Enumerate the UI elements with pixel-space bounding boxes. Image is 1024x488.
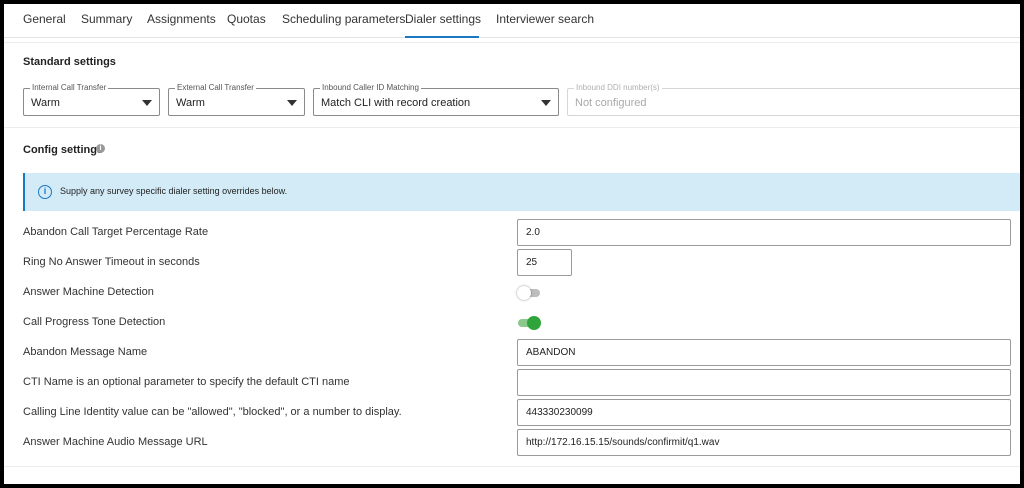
tab-dialer-settings[interactable]: Dialer settings: [405, 4, 481, 38]
abandon-rate-input[interactable]: 2.0: [517, 219, 1011, 246]
info-banner: i Supply any survey specific dialer sett…: [23, 173, 1020, 211]
info-icon[interactable]: i: [96, 144, 105, 153]
internal-call-transfer-value: Warm: [31, 97, 60, 109]
abandon-message-name-label: Abandon Message Name: [23, 346, 148, 358]
answer-machine-detection-toggle[interactable]: [517, 285, 541, 301]
config-settings-title: Config settings: [23, 144, 104, 156]
ring-timeout-label: Ring No Answer Timeout in seconds: [23, 256, 200, 268]
call-progress-tone-toggle[interactable]: [517, 315, 541, 331]
tab-quotas[interactable]: Quotas: [227, 4, 266, 38]
inbound-ddi-numbers-value: Not configured: [575, 97, 647, 109]
inbound-ddi-numbers-field: Inbound DDI number(s) Not configured: [567, 83, 1020, 116]
tab-general[interactable]: General: [23, 4, 66, 38]
tab-assignments[interactable]: Assignments: [147, 4, 216, 38]
abandon-rate-label: Abandon Call Target Percentage Rate: [23, 226, 209, 238]
call-progress-tone-label: Call Progress Tone Detection: [23, 316, 166, 328]
inbound-caller-id-matching-select[interactable]: Inbound Caller ID Matching Match CLI wit…: [313, 83, 559, 116]
chevron-down-icon: [287, 100, 297, 106]
tab-bar: General Summary Assignments Quotas Sched…: [4, 4, 1020, 38]
external-call-transfer-value: Warm: [176, 97, 205, 109]
tab-interviewer-search[interactable]: Interviewer search: [496, 4, 594, 38]
standard-settings-title: Standard settings: [23, 56, 116, 68]
abandon-message-name-input[interactable]: ABANDON: [517, 339, 1011, 366]
app-frame: General Summary Assignments Quotas Sched…: [4, 4, 1020, 484]
external-call-transfer-label: External Call Transfer: [175, 83, 256, 93]
chevron-down-icon: [142, 100, 152, 106]
answer-machine-detection-label: Answer Machine Detection: [23, 286, 154, 298]
internal-call-transfer-select[interactable]: Internal Call Transfer Warm: [23, 83, 160, 116]
cti-name-label: CTI Name is an optional parameter to spe…: [23, 376, 350, 388]
info-banner-text: Supply any survey specific dialer settin…: [60, 186, 288, 196]
tab-summary[interactable]: Summary: [81, 4, 132, 38]
inbound-ddi-numbers-label: Inbound DDI number(s): [574, 83, 662, 93]
answer-machine-audio-url-label: Answer Machine Audio Message URL: [23, 436, 208, 448]
calling-line-identity-input[interactable]: 443330230099: [517, 399, 1011, 426]
internal-call-transfer-label: Internal Call Transfer: [30, 83, 109, 93]
divider: [4, 42, 1020, 43]
toggle-knob: [527, 316, 541, 330]
chevron-down-icon: [541, 100, 551, 106]
cti-name-input[interactable]: [517, 369, 1011, 396]
answer-machine-audio-url-input[interactable]: http://172.16.15.15/sounds/confirmit/q1.…: [517, 429, 1011, 456]
calling-line-identity-label: Calling Line Identity value can be "allo…: [23, 406, 402, 418]
divider: [4, 466, 1020, 467]
toggle-knob: [517, 286, 531, 300]
tab-scheduling-parameters[interactable]: Scheduling parameters: [282, 4, 405, 38]
info-circle-icon: i: [38, 185, 52, 199]
ring-timeout-input[interactable]: 25: [517, 249, 572, 276]
inbound-caller-id-matching-value: Match CLI with record creation: [321, 97, 471, 109]
divider: [4, 127, 1020, 128]
external-call-transfer-select[interactable]: External Call Transfer Warm: [168, 83, 305, 116]
inbound-caller-id-matching-label: Inbound Caller ID Matching: [320, 83, 421, 93]
